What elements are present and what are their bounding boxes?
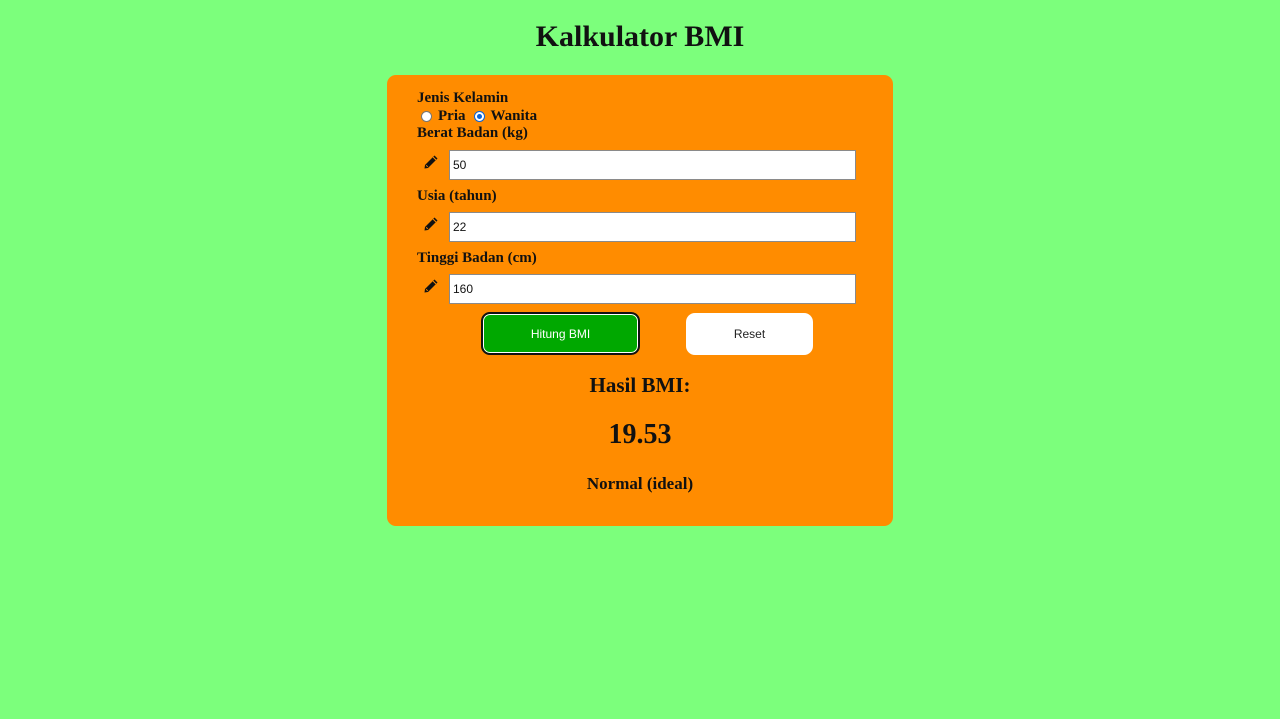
height-input[interactable]: 160 [449, 274, 856, 304]
radio-wanita-label[interactable]: Wanita [491, 108, 538, 125]
bmi-form-card: Jenis Kelamin Pria Wanita Berat Badan (k… [387, 75, 893, 526]
pencil-icon [424, 217, 438, 231]
radio-wanita[interactable] [473, 111, 485, 122]
page-title: Kalkulator BMI [535, 20, 745, 53]
calculate-bmi-button[interactable]: Hitung BMI [481, 312, 640, 355]
gender-label: Jenis Kelamin [417, 90, 509, 106]
bmi-result-value: 19.53 [608, 419, 672, 450]
radio-pria-label[interactable]: Pria [438, 108, 466, 125]
pencil-icon [424, 279, 438, 293]
reset-button[interactable]: Reset [686, 313, 813, 355]
height-label: Tinggi Badan (cm) [417, 250, 537, 266]
weight-label: Berat Badan (kg) [417, 125, 528, 141]
result-title: Hasil BMI: [589, 373, 691, 397]
gender-radio-group: Pria Wanita [421, 108, 545, 125]
age-label: Usia (tahun) [417, 188, 497, 204]
bmi-result-category: Normal (ideal) [586, 474, 694, 493]
age-input[interactable]: 22 [449, 212, 856, 242]
weight-input[interactable]: 50 [449, 150, 856, 180]
radio-pria[interactable] [421, 111, 432, 122]
pencil-icon [424, 155, 438, 169]
